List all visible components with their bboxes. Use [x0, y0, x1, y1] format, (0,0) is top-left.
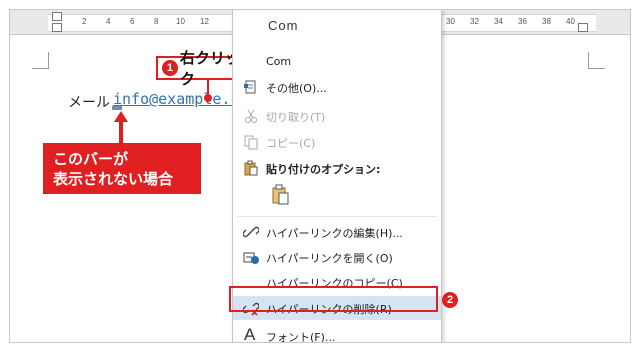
menu-item-label: Com — [266, 55, 292, 68]
autocorrect-hint-bar[interactable] — [112, 106, 122, 110]
ruler-tick: 2 — [82, 17, 87, 26]
document-icon — [243, 79, 259, 95]
menu-item-label: フォント(F)... — [266, 331, 336, 343]
clipboard-icon — [243, 160, 259, 176]
first-line-indent-marker[interactable] — [52, 12, 62, 21]
font-icon: A — [244, 325, 256, 343]
note-box: このバーが 表示されない場合 — [43, 143, 201, 194]
menu-item-label: ハイパーリンクの編集(H)... — [266, 227, 403, 240]
menu-item-label: ハイパーリンクを開く(O) — [266, 252, 393, 265]
copy-icon — [243, 134, 259, 150]
scissors-icon — [243, 108, 259, 124]
page-corner-mark — [32, 52, 49, 69]
note-line-2: 表示されない場合 — [53, 170, 174, 188]
menu-item-label: 切り取り(T) — [266, 111, 326, 124]
menu-item-paste-options: 貼り付けのオプション: — [233, 156, 441, 180]
menu-item-cut[interactable]: 切り取り(T) — [233, 104, 441, 128]
word-document-area: 2 4 6 8 10 12 30 32 34 36 38 40 メール info… — [9, 9, 631, 343]
ruler-tick: 6 — [130, 17, 135, 26]
link-edit-icon — [242, 224, 260, 240]
callout-pointer-dot — [204, 94, 212, 102]
step-number-badge: 2 — [442, 292, 458, 308]
up-arrow-stem — [119, 121, 123, 143]
menu-separator — [237, 216, 437, 217]
ruler-tick: 40 — [566, 17, 575, 26]
menu-header-text: Com — [268, 18, 299, 33]
ruler-tick: 38 — [542, 17, 551, 26]
ruler-tick: 10 — [176, 17, 185, 26]
link-open-icon — [243, 249, 259, 265]
ruler-tick: 36 — [518, 17, 527, 26]
ruler-tick: 4 — [106, 17, 111, 26]
menu-item-label: 貼り付けのオプション: — [266, 163, 381, 176]
ruler-tick: 34 — [494, 17, 503, 26]
ruler-tick: 8 — [154, 17, 159, 26]
email-hyperlink[interactable]: info@example.com — [113, 90, 241, 108]
hanging-indent-marker[interactable] — [52, 23, 62, 32]
menu-item-com[interactable]: Com — [233, 50, 441, 74]
ruler-tick: 32 — [470, 17, 479, 26]
note-line-1: このバーが — [53, 150, 129, 168]
menu-item-edit-hyperlink[interactable]: ハイパーリンクの編集(H)... — [233, 220, 441, 244]
mail-label: メール — [68, 95, 110, 111]
right-indent-marker[interactable] — [578, 23, 588, 32]
menu-item-label: その他(O)... — [266, 82, 327, 95]
page-corner-mark — [588, 52, 605, 69]
menu-item-open-hyperlink[interactable]: ハイパーリンクを開く(O) — [233, 245, 441, 269]
menu-item-copy[interactable]: コピー(C) — [233, 130, 441, 154]
ruler-tick: 30 — [446, 17, 455, 26]
step-number-badge: 1 — [162, 60, 178, 76]
paste-keep-text-button[interactable] — [269, 184, 293, 206]
highlight-frame — [229, 286, 438, 312]
menu-item-other[interactable]: その他(O)... — [233, 75, 441, 99]
menu-item-font[interactable]: A フォント(F)... — [233, 324, 441, 343]
menu-item-label: コピー(C) — [266, 137, 316, 150]
ruler-tick: 12 — [200, 17, 209, 26]
